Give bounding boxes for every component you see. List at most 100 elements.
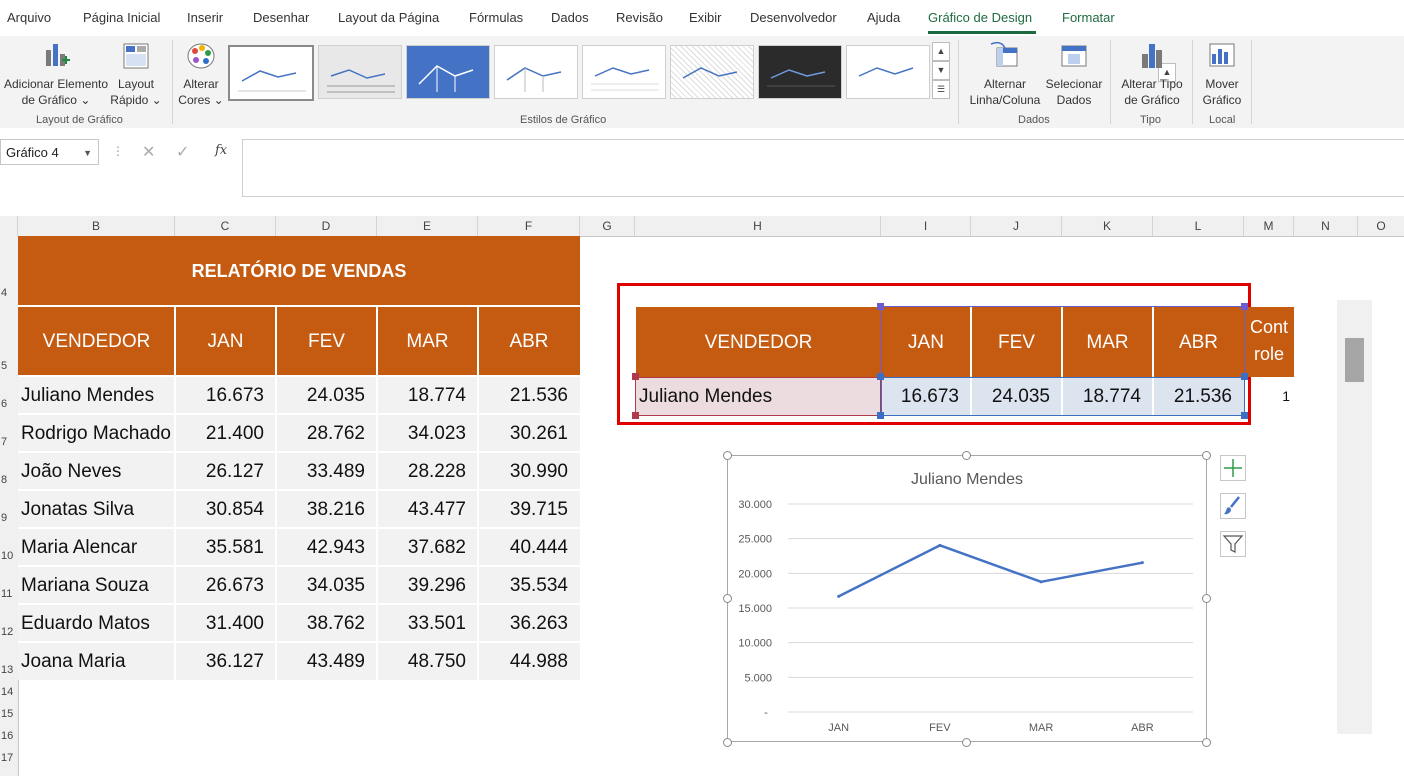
chart-styles-button[interactable] [1220,493,1246,519]
switch-row-column-button[interactable]: Alternar Linha/Coluna [966,40,1044,108]
row-header[interactable]: 14 [0,686,19,698]
range-handle[interactable] [1241,373,1248,380]
value-cell[interactable]: 34.023 [377,414,478,452]
chart-style-1[interactable] [228,45,314,101]
header-cell[interactable]: MAR [377,306,478,376]
column-header[interactable]: I [881,216,971,236]
column-header[interactable]: D [276,216,377,236]
report-title[interactable]: RELATÓRIO DE VENDAS [18,236,580,306]
resize-handle[interactable] [723,738,732,747]
value-cell[interactable]: 18.774 [377,376,478,414]
range-handle[interactable] [632,412,639,419]
value-cell[interactable]: 33.489 [276,452,377,490]
chart-filters-button[interactable] [1220,531,1246,557]
resize-handle[interactable] [1202,594,1211,603]
tab-inserir[interactable]: Inserir [187,10,223,25]
column-header[interactable]: N [1294,216,1358,236]
range-handle[interactable] [632,373,639,380]
value-cell[interactable]: 38.216 [276,490,377,528]
value-cell[interactable]: 16.673 [175,376,276,414]
row-header[interactable]: 17 [0,752,19,764]
chart-title[interactable]: Juliano Mendes [911,471,1023,488]
row-header[interactable]: 4 [0,287,19,299]
value-cell[interactable]: 43.489 [276,642,377,680]
seller-name-cell[interactable]: Mariana Souza [18,566,175,604]
resize-handle[interactable] [723,451,732,460]
seller-name-cell[interactable]: Joana Maria [18,642,175,680]
value-cell[interactable]: 28.762 [276,414,377,452]
value-cell[interactable]: 33.501 [377,604,478,642]
vertical-scrollbar[interactable] [1337,300,1372,734]
value-cell[interactable]: 48.750 [377,642,478,680]
tab-arquivo[interactable]: Arquivo [7,10,51,25]
row-header[interactable]: 11 [0,588,19,600]
seller-name-cell[interactable]: Eduardo Matos [18,604,175,642]
data-point[interactable] [938,543,942,547]
tab-exibir[interactable]: Exibir [689,10,722,25]
column-header[interactable]: F [478,216,580,236]
value-cell[interactable]: 35.534 [478,566,580,604]
range-handle[interactable] [877,373,884,380]
row-header[interactable]: 13 [0,664,19,676]
control-value-cell[interactable]: 1 [1244,377,1294,415]
header-cell[interactable]: VENDEDOR [18,306,175,376]
value-cell[interactable]: 28.228 [377,452,478,490]
seller-name-cell[interactable]: Jonatas Silva [18,490,175,528]
tab-grafico-de-design[interactable]: Gráfico de Design [928,10,1032,25]
value-cell[interactable]: 26.673 [175,566,276,604]
tab-ajuda[interactable]: Ajuda [867,10,900,25]
tab-desenvolvedor[interactable]: Desenvolvedor [750,10,837,25]
value-cell[interactable]: 39.715 [478,490,580,528]
line-chart[interactable]: Juliano Mendes - 5.000 10.000 15.000 20.000 2… [727,455,1207,742]
chart-style-2[interactable] [318,45,402,99]
chart-style-7[interactable] [758,45,842,99]
cancel-icon[interactable]: ✕ [142,142,155,162]
value-cell[interactable]: 30.990 [478,452,580,490]
value-cell[interactable]: 30.854 [175,490,276,528]
quick-layout-button[interactable]: Layout Rápido ⌄ [110,40,162,108]
resize-handle[interactable] [1202,451,1211,460]
chevron-down-icon[interactable]: ▼ [83,140,92,166]
resize-handle[interactable] [1202,738,1211,747]
value-cell[interactable]: 21.400 [175,414,276,452]
range-handle[interactable] [877,303,884,310]
row-header[interactable]: 9 [0,512,19,524]
select-all-corner[interactable] [0,216,18,236]
column-header[interactable]: E [377,216,478,236]
column-header[interactable]: L [1153,216,1244,236]
row-header[interactable]: 7 [0,436,19,448]
chart-style-4[interactable] [494,45,578,99]
value-cell[interactable]: 30.261 [478,414,580,452]
column-header[interactable]: M [1244,216,1294,236]
value-cell[interactable]: 43.477 [377,490,478,528]
header-cell[interactable]: FEV [276,306,377,376]
column-header[interactable]: K [1062,216,1153,236]
tab-formatar[interactable]: Formatar [1062,10,1115,25]
resize-handle[interactable] [723,594,732,603]
tab-desenhar[interactable]: Desenhar [253,10,309,25]
row-header[interactable]: 10 [0,550,19,562]
chart-style-6[interactable] [670,45,754,99]
column-header[interactable]: C [175,216,276,236]
row-header[interactable]: 12 [0,626,19,638]
value-cell[interactable]: 42.943 [276,528,377,566]
data-point[interactable] [1140,561,1144,565]
value-cell[interactable]: 44.988 [478,642,580,680]
row-header[interactable]: 8 [0,474,19,486]
add-chart-element-button[interactable]: Adicionar Elemento de Gráfico ⌄ [4,40,108,108]
seller-name-cell[interactable]: Maria Alencar [18,528,175,566]
value-cell[interactable]: 24.035 [276,376,377,414]
seller-name-cell[interactable]: Rodrigo Machado [18,414,175,452]
resize-handle[interactable] [962,738,971,747]
chart-style-5[interactable] [582,45,666,99]
column-header[interactable]: B [18,216,175,236]
column-header[interactable]: G [580,216,635,236]
chart-style-8[interactable] [846,45,930,99]
tab-dados[interactable]: Dados [551,10,589,25]
value-cell[interactable]: 40.444 [478,528,580,566]
value-cell[interactable]: 34.035 [276,566,377,604]
value-cell[interactable]: 36.127 [175,642,276,680]
column-header[interactable]: O [1358,216,1404,236]
seller-name-cell[interactable]: João Neves [18,452,175,490]
gallery-scroll-down-button[interactable]: ▼ [932,61,950,80]
